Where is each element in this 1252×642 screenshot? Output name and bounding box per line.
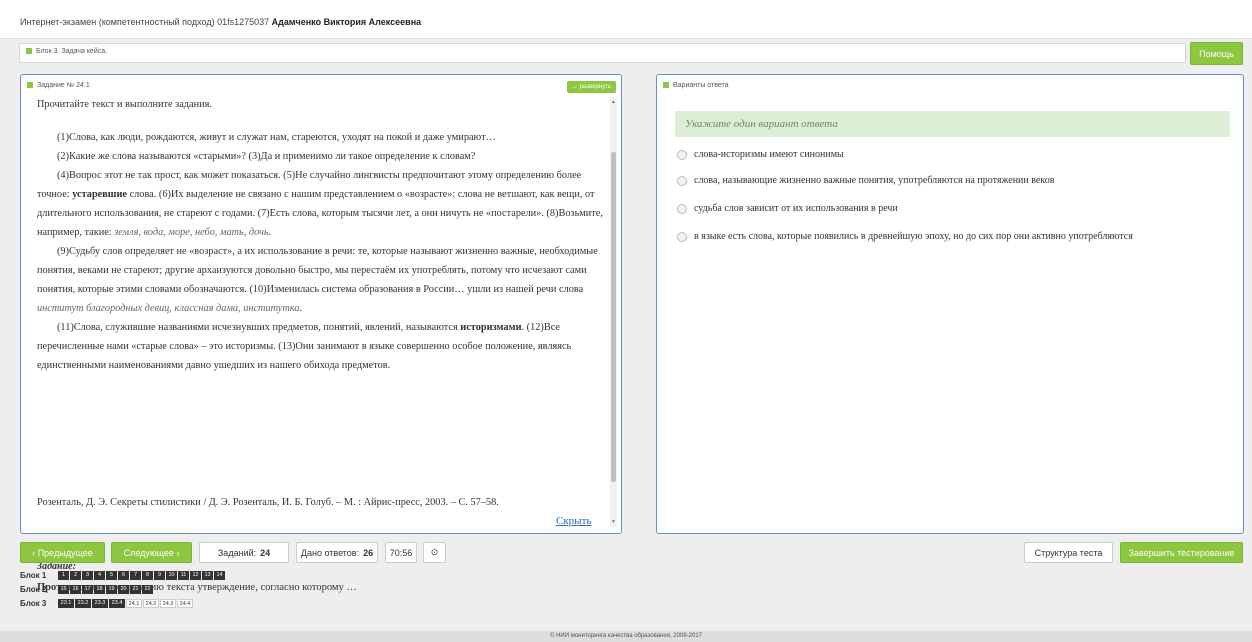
previous-button[interactable]: ‹ Предыдущее — [20, 542, 105, 563]
scrollbar[interactable]: ▲ ▼ — [610, 97, 617, 527]
green-square-icon — [27, 82, 33, 89]
question-number-button[interactable]: 23.4 — [109, 599, 125, 608]
green-square-icon — [26, 48, 32, 55]
question-number-button[interactable]: 21 — [130, 585, 141, 594]
paragraph-1: (1)Слова, как люди, рождаются, живут и с… — [57, 132, 496, 143]
user-name: Адамченко Виктория Алексеевна — [271, 17, 422, 27]
tasks-counter: Заданий: 24 — [199, 542, 289, 563]
paragraph-3: (4)Вопрос этот не так прост, как может п… — [37, 170, 603, 238]
answers-panel: Варианты ответа Укажите один вариант отв… — [656, 74, 1244, 534]
task-intro: Прочитайте текст и выполните задания. — [37, 99, 212, 110]
question-number-button[interactable]: 18 — [94, 585, 105, 594]
radio-button[interactable] — [677, 175, 687, 186]
question-number-button[interactable]: 5 — [106, 571, 117, 580]
source-citation: Розенталь, Д. Э. Секреты стилистики / Д.… — [37, 497, 499, 508]
question-number-button[interactable]: 11 — [178, 571, 189, 580]
hide-link[interactable]: Скрыть — [556, 515, 591, 527]
question-number-button[interactable]: 24.4 — [177, 599, 193, 608]
question-number-button[interactable]: 2 — [70, 571, 81, 580]
answer-option[interactable]: слова-историзмы имеют синонимы — [677, 149, 844, 160]
block-bar: Блок 3. Задача кейса. — [19, 43, 1186, 63]
task-text-block: Прочитайте текст и выполните задания. (1… — [37, 95, 607, 375]
paragraph-4: (9)Судьбу слов определяет не «возраст», … — [37, 246, 598, 314]
question-number-button[interactable]: 7 — [130, 571, 141, 580]
question-number-button[interactable]: 19 — [106, 585, 117, 594]
paragraph-5: (11)Слова, служившие названиями исчезнув… — [37, 322, 572, 371]
answers-counter: Дано ответов: 26 — [296, 542, 378, 563]
question-number-button[interactable]: 15 — [58, 585, 69, 594]
block-row: Блок 2 15 16 17 18 19 20 21 22 — [20, 585, 154, 594]
question-number-button[interactable]: 24.2 — [143, 599, 159, 608]
timer: 70:56 — [385, 542, 417, 563]
answers-header: Варианты ответа — [673, 82, 729, 89]
question-number-button[interactable]: 23.2 — [75, 599, 91, 608]
question-number-button[interactable]: 9 — [154, 571, 165, 580]
scroll-up-icon[interactable]: ▲ — [611, 99, 616, 105]
question-number-button[interactable]: 22 — [142, 585, 153, 594]
question-number-button[interactable]: 24.1 — [126, 599, 142, 608]
top-bar: Интернет-экзамен (компетентностный подхо… — [0, 0, 1252, 39]
finish-test-button[interactable]: Завершить тестирование — [1120, 542, 1243, 563]
question-number-button[interactable]: 23.3 — [92, 599, 108, 608]
clock-icon: ⊙ — [430, 547, 439, 557]
question-number-button[interactable]: 10 — [166, 571, 177, 580]
answer-option[interactable]: в языке есть слова, которые появились в … — [677, 231, 1133, 242]
question-number-button[interactable]: 6 — [118, 571, 129, 580]
help-button[interactable]: Помощь — [1190, 42, 1243, 65]
question-number-button[interactable]: 3 — [82, 571, 93, 580]
footer: © НИИ мониторинга качества образования, … — [0, 631, 1252, 642]
question-number-button[interactable]: 24.3 — [160, 599, 176, 608]
answer-option[interactable]: слова, называющие жизненно важные поняти… — [677, 175, 1054, 186]
question-number-button[interactable]: 16 — [70, 585, 81, 594]
question-number-button[interactable]: 17 — [82, 585, 93, 594]
block-row-label: Блок 2 — [20, 585, 47, 594]
block-row-label: Блок 1 — [20, 571, 47, 580]
question-number-button[interactable]: 13 — [202, 571, 213, 580]
scroll-down-icon[interactable]: ▼ — [611, 519, 616, 525]
paragraph-2: (2)Какие же слова называются «старыми»? … — [57, 151, 476, 162]
task-number: Задание № 24.1 — [37, 82, 90, 89]
radio-button[interactable] — [677, 231, 687, 242]
scrollbar-thumb[interactable] — [611, 152, 616, 482]
question-number-button[interactable]: 4 — [94, 571, 105, 580]
test-structure-button[interactable]: Структура теста — [1024, 542, 1113, 563]
block-row: Блок 1 1 2 3 4 5 6 7 8 9 10 11 12 13 14 — [20, 571, 226, 580]
question-number-button[interactable]: 8 — [142, 571, 153, 580]
question-number-button[interactable]: 12 — [190, 571, 201, 580]
radio-button[interactable] — [677, 203, 687, 214]
radio-button[interactable] — [677, 149, 687, 160]
clock-icon-button[interactable]: ⊙ — [423, 542, 446, 563]
question-number-button[interactable]: 14 — [214, 571, 225, 580]
chevron-right-icon: › — [173, 547, 180, 558]
question-number-button[interactable]: 1 — [58, 571, 69, 580]
next-button[interactable]: Следующее › — [111, 542, 192, 563]
task-panel: Задание № 24.1 ↔ развернуть Прочитайте т… — [20, 74, 622, 593]
answer-option[interactable]: судьба слов зависит от их использования … — [677, 203, 898, 214]
green-square-icon — [663, 82, 669, 89]
block-label: Блок 3. Задача кейса. — [36, 48, 108, 55]
question-number-button[interactable]: 20 — [118, 585, 129, 594]
block-row-label: Блок 3 — [20, 599, 47, 608]
question-number-button[interactable]: 23.1 — [58, 599, 74, 608]
block-row: Блок 3 23.1 23.2 23.3 23.4 24.1 24.2 24.3 24.4 — [20, 599, 194, 608]
answer-hint: Укажите один вариант ответа — [675, 111, 1230, 137]
exam-title: Интернет-экзамен (компетентностный подхо… — [20, 17, 422, 27]
expand-button[interactable]: ↔ развернуть — [566, 81, 616, 93]
